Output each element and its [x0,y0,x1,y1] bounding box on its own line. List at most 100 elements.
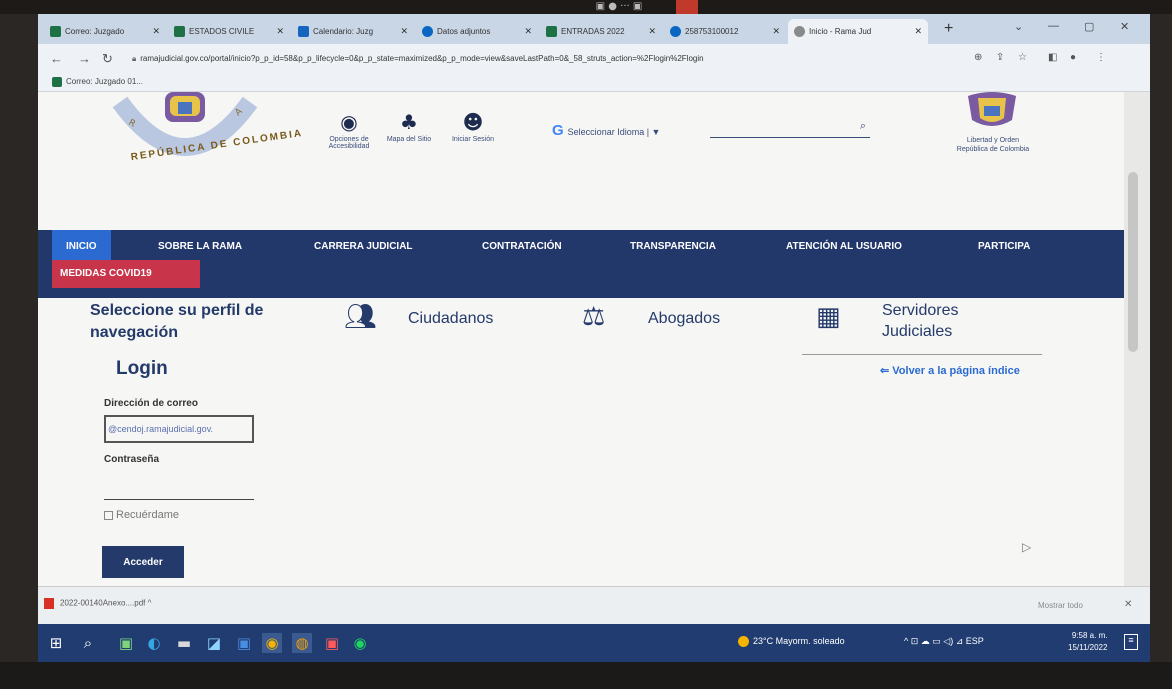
url-field[interactable]: 🔒︎ ramajudicial.gov.co/portal/inicio?p_p_… [132,50,962,68]
tab-expediente[interactable]: 258753100012 ✕ [664,19,786,44]
nav-atencion-al-usuario[interactable]: ATENCIÓN AL USUARIO [772,230,916,264]
close-icon[interactable]: ✕ [1124,599,1132,610]
close-window-icon[interactable]: ✕ [1120,20,1129,33]
back-icon[interactable]: ← [50,51,63,66]
excel-taskbar-icon[interactable]: ▣ [116,633,136,653]
clock[interactable]: 9:58 a. m. 15/11/2022 [1068,630,1107,654]
tab-label: ENTRADAS 2022 [561,27,625,36]
nav-inicio[interactable]: INICIO [52,230,111,264]
tab-search-icon[interactable]: ⌄ [1014,20,1023,33]
nav-sobre-la-rama[interactable]: SOBRE LA RAMA [144,230,256,264]
nav-participa[interactable]: PARTICIPA [964,230,1044,264]
download-item[interactable]: 2022-00140Anexo....pdf ^ [44,598,151,609]
profile-label: Servidores Judiciales [882,302,959,340]
profile-heading: Seleccione su perfil de navegación [90,302,264,341]
chevron-up-icon[interactable]: ^ [148,599,152,608]
tab-correo[interactable]: Correo: Juzgado ✕ [44,19,166,44]
submit-button[interactable]: Acceder [102,546,184,578]
edge-icon[interactable]: ◐ [144,633,164,653]
tab-datos-adjuntos[interactable]: Datos adjuntos ✕ [416,19,538,44]
notifications-icon[interactable]: ≡ [1124,634,1138,650]
lawyer-icon: ⚖︎ [582,302,606,332]
chrome-icon[interactable]: ◉ [262,633,282,653]
motto: Libertad y Orden [966,137,1020,144]
tab-estados[interactable]: ESTADOS CIVILE ✕ [168,19,290,44]
sitemap-icon: ♣ [400,110,418,134]
colombia-coat-of-arms-logo [968,92,1016,126]
login-label: Iniciar Sesión [451,136,495,143]
zoom-icon[interactable]: ⊕ [974,52,982,63]
forward-icon[interactable]: → [78,51,91,66]
menu-icon[interactable]: ⋮ [1096,52,1106,63]
bookmark-correo[interactable]: Correo: Juzgado 01... [52,77,143,87]
google-g-icon: G [552,122,564,139]
language-selector[interactable]: G Seleccionar Idioma | ▼ [552,122,660,139]
explorer-icon[interactable]: ▬ [174,633,194,653]
firefox-icon[interactable]: ◍ [292,633,312,653]
password-field[interactable] [104,484,254,500]
tab-label: Calendario: Juzg [313,27,374,36]
email-label: Dirección de correo [104,398,198,409]
search-icon[interactable]: ⌕ [860,120,866,133]
pdf-reader-icon[interactable]: ▣ [322,633,342,653]
app-icon[interactable]: ◪ [204,633,224,653]
pdf-icon [44,598,54,609]
login-heading: Login [116,358,168,379]
show-all-button[interactable]: Mostrar todo [1038,601,1083,610]
tab-strip: Correo: Juzgado ✕ ESTADOS CIVILE ✕ Calenda… [38,14,1150,44]
sidebar-icon[interactable]: ◧ [1048,52,1057,63]
search-icon[interactable]: ⌕ [78,633,98,653]
language-label: Seleccionar Idioma | ▼ [567,127,661,137]
reload-icon[interactable]: ↻ [102,51,113,67]
nav-contratacion[interactable]: CONTRATACIÓN [468,230,576,264]
camera-indicator: ▣ ● ··· ▣ [595,1,643,12]
site-search-input[interactable]: ⌕ [710,118,870,138]
close-icon[interactable]: ✕ [772,19,780,44]
record-indicator [676,0,698,14]
divider [802,354,1042,355]
star-icon[interactable]: ☆ [1018,52,1027,63]
nav-medidas-covid[interactable]: MEDIDAS COVID19 [52,260,200,288]
sitemap-label: Mapa del Sitio [386,136,432,143]
tab-rama-judicial[interactable]: Inicio - Rama Jud ✕ [788,19,928,44]
page-scrollbar[interactable] [1124,92,1150,586]
monitor-bezel-bottom [0,662,1172,689]
spotify-icon[interactable]: ◉ [350,633,370,653]
new-tab-icon[interactable]: + [944,20,953,38]
close-icon[interactable]: ✕ [914,19,922,44]
scrollbar-thumb[interactable] [1128,172,1138,352]
lock-icon: 🔒︎ [132,54,137,63]
nav-carrera-judicial[interactable]: CARRERA JUDICIAL [300,230,427,264]
close-icon[interactable]: ✕ [400,19,408,44]
accessibility-label: Opciones de Accesibilidad [328,136,370,150]
back-to-index-link[interactable]: ⇐ Volver a la página índice [880,364,1020,377]
close-icon[interactable]: ✕ [524,19,532,44]
minimize-icon[interactable]: — [1048,20,1059,32]
bookmarks-bar: Correo: Juzgado 01... [38,74,1150,92]
site-favicon [794,26,805,38]
sitemap-option[interactable]: ♣ Mapa del Sitio [374,110,444,143]
tab-calendario[interactable]: Calendario: Juzg ✕ [292,19,414,44]
login-option[interactable]: ☻ Iniciar Sesión [438,110,508,143]
downloads-bar: 2022-00140Anexo....pdf ^ Mostrar todo ✕ [38,586,1150,624]
remember-me[interactable]: Recuérdame [104,509,179,521]
close-icon[interactable]: ✕ [276,19,284,44]
email-field[interactable] [104,415,254,443]
share-icon[interactable]: ⇪ [996,52,1004,63]
system-tray[interactable]: ^ ⊡ ☁ ▭ ◁) ⊿ ESP [904,636,984,647]
nav-transparencia[interactable]: TRANSPARENCIA [616,230,730,264]
word-icon[interactable]: ▣ [234,633,254,653]
windows-start-icon[interactable]: ⊞ [46,633,66,653]
close-icon[interactable]: ✕ [152,19,160,44]
profile-icon[interactable]: ● [1070,52,1076,63]
remember-checkbox[interactable] [104,510,113,520]
tab-entradas[interactable]: ENTRADAS 2022 ✕ [540,19,662,44]
profile-label: Abogados [648,310,721,327]
tab-label: Datos adjuntos [437,27,491,36]
weather-text: 23°C Mayorm. soleado [753,636,845,646]
download-filename: 2022-00140Anexo....pdf [60,598,146,608]
weather-widget[interactable]: 23°C Mayorm. soleado [738,636,845,648]
excel-icon [52,77,62,87]
close-icon[interactable]: ✕ [648,19,656,44]
restore-icon[interactable]: ▢ [1084,20,1094,33]
